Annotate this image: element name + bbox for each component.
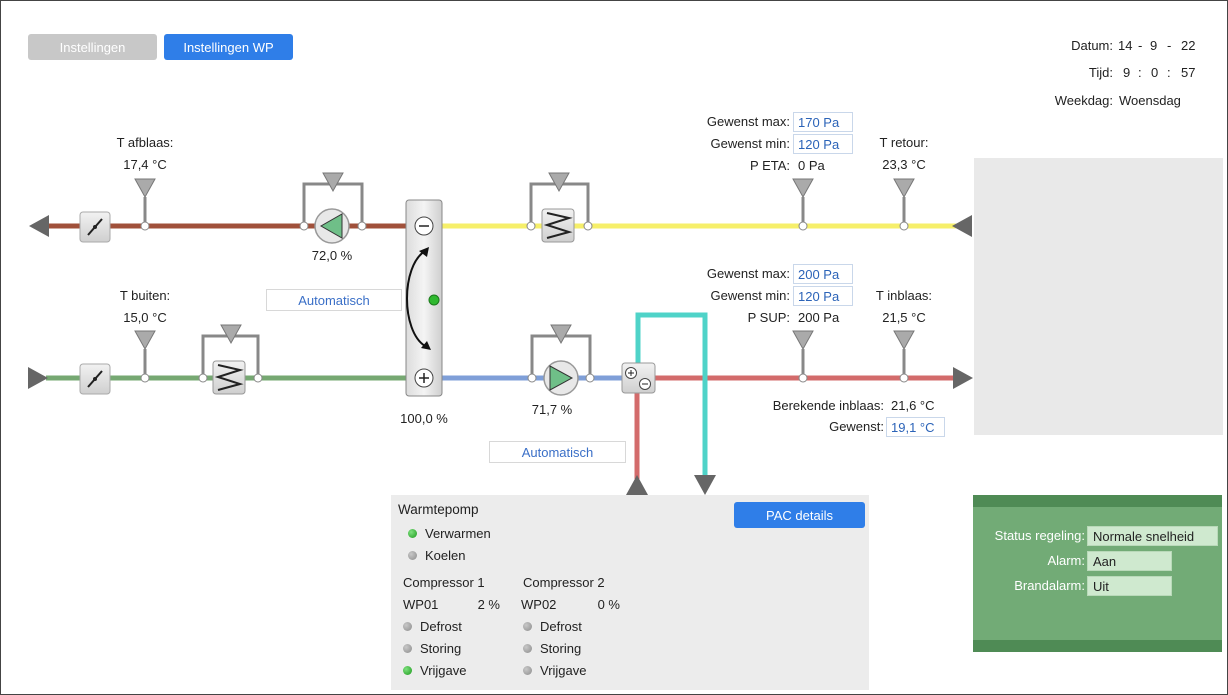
heatpump-title: Warmtepomp: [398, 502, 479, 517]
compressor-2-title: Compressor 2: [523, 575, 605, 590]
t-retour-value: 23,3 °C: [882, 157, 926, 172]
status-panel-header: [973, 495, 1222, 507]
status-panel: Status regeling: Normale snelheid Alarm:…: [973, 495, 1222, 652]
heatpump-return-arrow-icon: [626, 475, 648, 495]
p-eta-sensor-icon: [792, 178, 814, 231]
c2-defrost: Defrost: [523, 619, 582, 634]
p-sup-label: P SUP:: [747, 310, 790, 325]
status-led-icon: [523, 622, 532, 631]
p-eta-label: P ETA:: [750, 158, 790, 173]
p-sup-value: 200 Pa: [798, 310, 840, 325]
c2-storing: Storing: [523, 641, 581, 656]
sup-gewenst-max-label: Gewenst max:: [706, 266, 790, 281]
supply-fan-icon[interactable]: [527, 324, 595, 396]
t-inblaas-label: T inblaas:: [875, 288, 933, 303]
status-led-icon: [523, 666, 532, 675]
t-buiten-label: T buiten:: [119, 288, 171, 303]
status-led-icon: [403, 644, 412, 653]
status-led-icon: [523, 644, 532, 653]
alarm-label: Alarm:: [1047, 553, 1085, 568]
wheel-speed: 100,0 %: [400, 411, 448, 426]
t-buiten-value: 15,0 °C: [123, 310, 167, 325]
state-label: Storing: [540, 641, 582, 656]
alarm-value: Aan: [1087, 551, 1172, 571]
brandalarm-value: Uit: [1087, 576, 1172, 596]
p-sup-sensor-icon: [792, 330, 814, 383]
berekende-inblaas-label: Berekende inblaas:: [772, 398, 884, 413]
eta-gewenst-min-input[interactable]: 120 Pa: [793, 134, 853, 154]
exhaust-damper-icon[interactable]: [79, 211, 111, 243]
berekende-inblaas-value: 21,6 °C: [891, 398, 935, 413]
status-regeling-label: Status regeling:: [994, 528, 1085, 543]
state-label: Defrost: [420, 619, 462, 634]
supply-outlet-arrow-icon: [953, 367, 973, 389]
state-label: Defrost: [540, 619, 582, 634]
t-afblaas-sensor-icon: [134, 178, 156, 231]
mode-koelen: Koelen: [408, 548, 465, 563]
sup-gewenst-min-label: Gewenst min:: [710, 288, 790, 303]
outdoor-damper-icon[interactable]: [79, 363, 111, 395]
t-buiten-sensor-icon: [134, 330, 156, 383]
gewenst-inblaas-input[interactable]: 19,1 °C: [886, 417, 945, 437]
exhaust-fan-speed: 72,0 %: [311, 248, 353, 263]
t-inblaas-sensor-icon: [893, 330, 915, 383]
status-regeling-value: Normale snelheid: [1087, 526, 1218, 546]
sup-gewenst-max-input[interactable]: 200 Pa: [793, 264, 853, 284]
mode-label: Verwarmen: [425, 526, 491, 541]
heatpump-supply-loop: [635, 312, 708, 477]
c2-vrijgave: Vrijgave: [523, 663, 586, 678]
gewenst-inblaas-label: Gewenst:: [829, 419, 884, 434]
exhaust-outlet-arrow-icon: [29, 215, 49, 237]
compressor-1-id: WP01: [403, 597, 439, 612]
mode-verwarmen: Verwarmen: [408, 526, 491, 541]
eta-gewenst-min-label: Gewenst min:: [710, 136, 790, 151]
heat-recovery-wheel-icon[interactable]: [405, 199, 443, 397]
outdoor-filter-icon[interactable]: [198, 324, 263, 395]
pac-details-button[interactable]: PAC details: [734, 502, 865, 528]
status-led-icon: [403, 622, 412, 631]
outdoor-inlet-arrow-icon: [28, 367, 48, 389]
state-label: Vrijgave: [540, 663, 587, 678]
eta-gewenst-max-input[interactable]: 170 Pa: [793, 112, 853, 132]
eta-gewenst-max-label: Gewenst max:: [706, 114, 790, 129]
t-retour-sensor-icon: [893, 178, 915, 231]
t-afblaas-value: 17,4 °C: [123, 157, 167, 172]
compressor-2-id: WP02: [521, 597, 557, 612]
return-inlet-arrow-icon: [952, 215, 972, 237]
p-eta-value: 0 Pa: [798, 158, 825, 173]
compressor-1-pct: 2 %: [477, 597, 500, 612]
heatpump-supply-arrow-icon: [694, 475, 716, 495]
compressor-1-title: Compressor 1: [403, 575, 485, 590]
c1-vrijgave: Vrijgave: [403, 663, 466, 678]
state-label: Vrijgave: [420, 663, 467, 678]
supply-fan-speed: 71,7 %: [531, 402, 573, 417]
return-filter-icon[interactable]: [526, 172, 593, 243]
heatpump-panel: Warmtepomp PAC details Verwarmen Koelen …: [391, 495, 869, 690]
state-label: Storing: [420, 641, 462, 656]
mode-label: Koelen: [425, 548, 466, 563]
c1-storing: Storing: [403, 641, 461, 656]
ahu-overview-screen: Instellingen Instellingen WP Datum: 14 -…: [0, 0, 1228, 695]
status-led-icon: [408, 529, 417, 538]
compressor-2-pct: 0 %: [597, 597, 620, 612]
status-led-icon: [403, 666, 412, 675]
wheel-mode-select[interactable]: Automatisch: [266, 289, 402, 311]
sup-gewenst-min-input[interactable]: 120 Pa: [793, 286, 853, 306]
c1-defrost: Defrost: [403, 619, 462, 634]
brandalarm-label: Brandalarm:: [1014, 578, 1085, 593]
status-led-icon: [408, 551, 417, 560]
t-afblaas-label: T afblaas:: [116, 135, 174, 150]
exhaust-fan-icon[interactable]: [299, 172, 367, 244]
status-panel-footer: [973, 640, 1222, 652]
t-retour-label: T retour:: [879, 135, 929, 150]
t-inblaas-value: 21,5 °C: [882, 310, 926, 325]
supply-mode-select[interactable]: Automatisch: [489, 441, 626, 463]
heatpump-coil-icon[interactable]: [621, 362, 656, 394]
